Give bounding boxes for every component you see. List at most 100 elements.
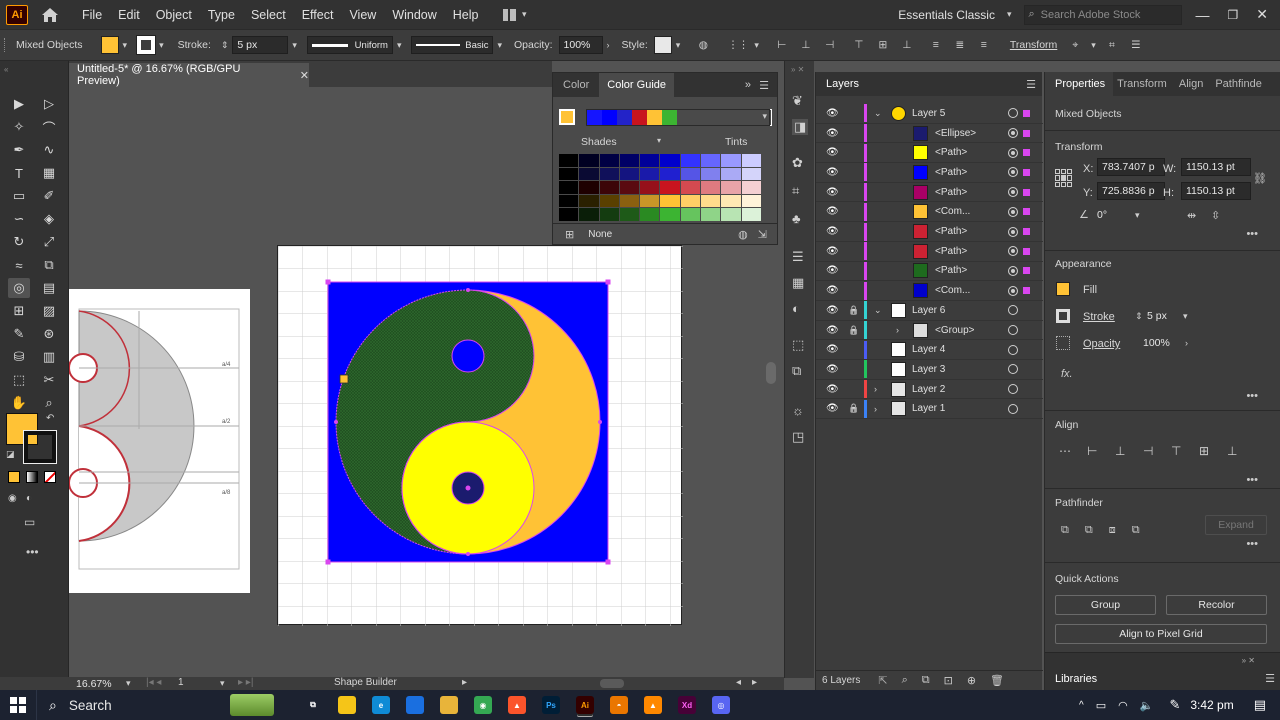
- layer-name[interactable]: <Path>: [935, 265, 967, 276]
- recolor-button[interactable]: Recolor: [1166, 595, 1267, 615]
- pathfinder-more-icon[interactable]: •••: [1246, 538, 1258, 550]
- layer-row[interactable]: 👁 › Layer 2: [816, 380, 1043, 400]
- layer-name[interactable]: <Path>: [935, 147, 967, 158]
- shaper-tool-icon[interactable]: ∽: [8, 209, 30, 229]
- layer-name[interactable]: <Ellipse>: [935, 128, 976, 139]
- visibility-eye-icon[interactable]: 👁: [826, 364, 839, 375]
- menu-type[interactable]: Type: [200, 8, 243, 22]
- target-icon[interactable]: [1008, 128, 1018, 139]
- layer-row[interactable]: 👁 ⌄ Layer 5: [816, 104, 1043, 124]
- taskbar-search[interactable]: ⌕ Search: [36, 690, 282, 720]
- color-mode-icon[interactable]: [8, 471, 20, 483]
- new-layer-icon[interactable]: ⊕: [967, 674, 976, 687]
- opacity-field[interactable]: 100%: [558, 36, 603, 54]
- target-icon[interactable]: [1008, 364, 1018, 375]
- flip-horizontal-icon[interactable]: ⇹: [1187, 209, 1196, 222]
- h-field[interactable]: 1150.13 pt: [1181, 182, 1251, 200]
- guide-swatch[interactable]: [599, 208, 620, 222]
- guide-swatch[interactable]: [579, 208, 600, 222]
- store-icon[interactable]: [406, 696, 424, 714]
- none-mode-icon[interactable]: [44, 471, 56, 483]
- battery-icon[interactable]: ▭: [1096, 699, 1106, 712]
- file-explorer-icon[interactable]: [338, 696, 356, 714]
- stock-search-box[interactable]: ⌕ Search Adobe Stock: [1023, 4, 1182, 25]
- expand-arrow-icon[interactable]: ›: [874, 384, 877, 394]
- fill-swatch[interactable]: [100, 36, 119, 54]
- y-field[interactable]: 725.8836 p: [1097, 182, 1165, 200]
- grid-tool-icon[interactable]: ▦: [38, 163, 60, 183]
- expand-arrow-icon[interactable]: ⌄: [874, 108, 882, 119]
- align-panel-icon[interactable]: ☰: [792, 249, 804, 265]
- distribute-bottom-icon[interactable]: ≡: [975, 36, 993, 54]
- guide-swatch[interactable]: [619, 167, 641, 181]
- guide-swatch[interactable]: [559, 194, 580, 208]
- free-transform-tool-icon[interactable]: ⧉: [38, 255, 60, 275]
- status-menu-arrow-icon[interactable]: ▸: [462, 677, 467, 688]
- guide-swatch[interactable]: [660, 181, 681, 195]
- stroke-color-box[interactable]: [23, 430, 57, 464]
- lasso-tool-icon[interactable]: ⌒: [38, 117, 60, 137]
- hand-tool-icon[interactable]: ✋: [8, 393, 30, 413]
- layer-row[interactable]: 👁 🔒 › Layer 1: [816, 399, 1043, 420]
- appearance-opacity-field[interactable]: 100%: [1139, 334, 1179, 352]
- stroke-weight-field[interactable]: 5 px: [232, 36, 289, 54]
- artboard-tool-icon[interactable]: ⬚: [8, 370, 30, 390]
- target-icon[interactable]: [1008, 167, 1018, 178]
- swap-fill-stroke-icon[interactable]: ↶: [46, 413, 54, 424]
- eyedropper-tool-icon[interactable]: ✎: [8, 324, 30, 344]
- gradient-mode-icon[interactable]: [26, 471, 38, 483]
- opacity-label[interactable]: Opacity:: [514, 39, 553, 51]
- visibility-eye-icon[interactable]: 👁: [826, 147, 839, 158]
- guide-swatch[interactable]: [721, 181, 742, 195]
- edit-toolbar-icon[interactable]: •••: [26, 545, 39, 559]
- illustrator-icon[interactable]: Ai: [576, 696, 594, 714]
- target-icon[interactable]: [1008, 285, 1018, 296]
- align-to-pixel-grid-button[interactable]: Align to Pixel Grid: [1055, 624, 1267, 644]
- target-icon[interactable]: [1008, 305, 1018, 316]
- guide-swatch[interactable]: [701, 208, 722, 222]
- guide-swatch[interactable]: [640, 194, 661, 208]
- column-graph-tool-icon[interactable]: ▥: [38, 347, 60, 367]
- tab-align[interactable]: Align: [1175, 78, 1211, 90]
- collapse-panel-icon[interactable]: »: [745, 79, 751, 91]
- xd-icon[interactable]: Xd: [678, 696, 696, 714]
- menu-effect[interactable]: Effect: [294, 8, 342, 22]
- layer-row[interactable]: 👁 <Path>: [816, 163, 1043, 183]
- target-icon[interactable]: [1008, 403, 1018, 414]
- main-artboard[interactable]: [277, 245, 683, 626]
- guide-swatch[interactable]: [559, 208, 580, 222]
- rotate-field[interactable]: 0°: [1093, 206, 1123, 224]
- harmony-swatch[interactable]: [617, 110, 632, 125]
- layer-name[interactable]: <Path>: [935, 246, 967, 257]
- rotate-chevron-icon[interactable]: ▾: [1135, 210, 1140, 221]
- appearance-stroke-field[interactable]: 5 px: [1143, 307, 1183, 325]
- align-to-selection-icon[interactable]: ⋯: [1059, 444, 1077, 458]
- selection-tool-icon[interactable]: ▶: [8, 94, 30, 114]
- layer-row[interactable]: 👁 <Path>: [816, 242, 1043, 262]
- tab-pathfinde[interactable]: Pathfinde: [1211, 78, 1269, 90]
- menu-select[interactable]: Select: [243, 8, 294, 22]
- layer-row[interactable]: 👁 <Path>: [816, 183, 1043, 203]
- guide-swatch[interactable]: [660, 154, 681, 168]
- eraser-tool-icon[interactable]: ◈: [38, 209, 60, 229]
- guide-swatch[interactable]: [741, 208, 762, 222]
- layer-name[interactable]: <Group>: [935, 325, 974, 336]
- slice-tool-icon[interactable]: ✂: [38, 370, 60, 390]
- zoom-tool-icon[interactable]: ⌕: [38, 393, 60, 413]
- intersect-icon[interactable]: ⧈: [1109, 524, 1116, 537]
- visibility-eye-icon[interactable]: 👁: [826, 305, 839, 316]
- target-icon[interactable]: [1008, 344, 1018, 355]
- layers-menu-icon[interactable]: ☰: [1026, 78, 1036, 91]
- layer-name[interactable]: <Path>: [935, 167, 967, 178]
- restore-button[interactable]: ❐: [1228, 8, 1239, 22]
- harmony-swatch[interactable]: [647, 110, 662, 125]
- visibility-eye-icon[interactable]: 👁: [826, 206, 839, 217]
- menu-window[interactable]: Window: [384, 8, 444, 22]
- guide-swatch[interactable]: [721, 194, 742, 208]
- color-guide-grid[interactable]: [559, 154, 762, 222]
- collect-export-icon[interactable]: ⇱: [878, 674, 887, 687]
- discord-icon[interactable]: ◎: [712, 696, 730, 714]
- transform-panel-icon[interactable]: ◳: [792, 429, 804, 445]
- layer-name[interactable]: Layer 3: [912, 364, 945, 375]
- align-more-icon[interactable]: •••: [1246, 474, 1258, 486]
